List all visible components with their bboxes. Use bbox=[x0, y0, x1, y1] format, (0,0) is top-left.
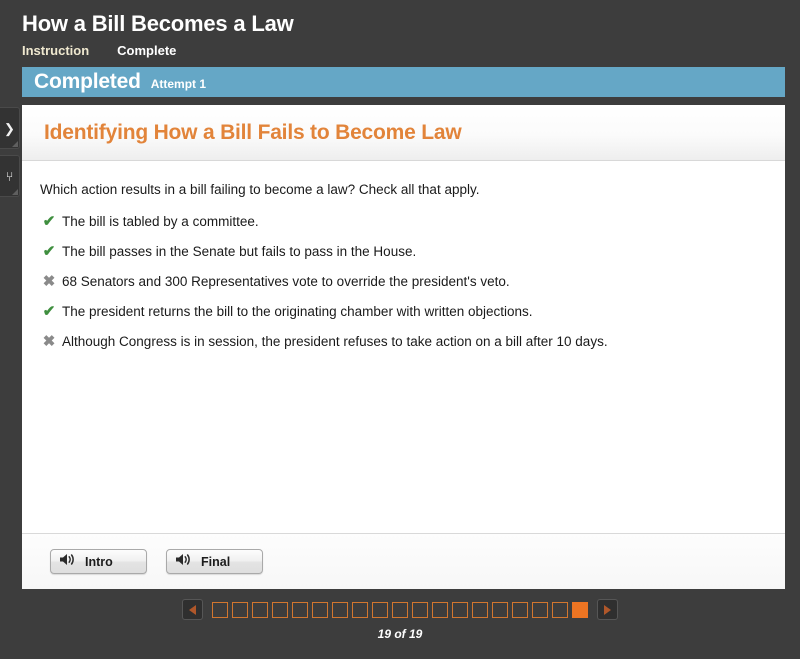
answer-text: The bill passes in the Senate but fails … bbox=[62, 244, 417, 259]
page-square-5[interactable] bbox=[292, 601, 308, 618]
page-square-6[interactable] bbox=[312, 601, 328, 618]
panel-footer: Intro Final bbox=[22, 533, 785, 589]
page-count-label: 19 of 19 bbox=[377, 627, 423, 641]
pagination: 19 of 19 bbox=[0, 599, 800, 641]
menu-icon: ⑂ bbox=[5, 168, 14, 184]
lesson-title: Identifying How a Bill Fails to Become L… bbox=[44, 120, 462, 144]
status-banner: Completed Attempt 1 bbox=[22, 67, 785, 97]
audio-final-button[interactable]: Final bbox=[166, 549, 263, 574]
arrow-right-icon bbox=[604, 604, 611, 615]
check-icon: ✔ bbox=[42, 303, 56, 320]
check-icon: ✔ bbox=[42, 213, 56, 230]
previous-page-button[interactable] bbox=[182, 599, 203, 620]
attempt-label: Attempt 1 bbox=[150, 77, 207, 91]
page-square-13[interactable] bbox=[452, 601, 468, 618]
page-title: How a Bill Becomes a Law bbox=[22, 11, 294, 36]
page-square-2[interactable] bbox=[232, 601, 248, 618]
check-icon: ✔ bbox=[42, 243, 56, 260]
answer-option[interactable]: ✔ The bill is tabled by a committee. bbox=[36, 213, 765, 231]
page-square-8[interactable] bbox=[352, 601, 368, 618]
answer-text: 68 Senators and 300 Representatives vote… bbox=[62, 274, 510, 289]
page-square-19[interactable] bbox=[572, 601, 588, 618]
lesson-stage: ❯ ⑂ Identifying How a Bill Fails to Beco… bbox=[0, 105, 785, 589]
speaker-icon bbox=[59, 552, 76, 572]
answer-option[interactable]: ✔ The president returns the bill to the … bbox=[36, 303, 765, 321]
page-square-15[interactable] bbox=[492, 601, 508, 618]
arrow-left-icon bbox=[189, 604, 196, 615]
chevron-right-icon: ❯ bbox=[4, 120, 15, 136]
page-square-17[interactable] bbox=[532, 601, 548, 618]
page-square-9[interactable] bbox=[372, 601, 388, 618]
page-square-16[interactable] bbox=[512, 601, 528, 618]
audio-intro-button[interactable]: Intro bbox=[50, 549, 147, 574]
answer-text: Although Congress is in session, the pre… bbox=[62, 334, 608, 349]
audio-final-label: Final bbox=[201, 554, 231, 569]
breadcrumb-item-complete[interactable]: Complete bbox=[117, 43, 176, 58]
cross-icon: ✖ bbox=[42, 273, 56, 290]
collapse-panel-tab[interactable]: ⑂ bbox=[0, 155, 20, 197]
page-square-3[interactable] bbox=[252, 601, 268, 618]
page-square-4[interactable] bbox=[272, 601, 288, 618]
answer-option[interactable]: ✔ The bill passes in the Senate but fail… bbox=[36, 243, 765, 261]
page-square-14[interactable] bbox=[472, 601, 488, 618]
breadcrumb: Instruction Complete bbox=[22, 43, 800, 58]
audio-intro-label: Intro bbox=[85, 554, 113, 569]
expand-panel-tab[interactable]: ❯ bbox=[0, 107, 20, 149]
answer-text: The bill is tabled by a committee. bbox=[62, 214, 259, 229]
speaker-icon bbox=[175, 552, 192, 572]
lesson-body: Which action results in a bill failing t… bbox=[22, 161, 785, 533]
content-panel: Identifying How a Bill Fails to Become L… bbox=[22, 105, 785, 589]
page-square-11[interactable] bbox=[412, 601, 428, 618]
resize-corner-icon bbox=[12, 141, 18, 147]
cross-icon: ✖ bbox=[42, 333, 56, 350]
page-square-10[interactable] bbox=[392, 601, 408, 618]
page-header: How a Bill Becomes a Law Instruction Com… bbox=[0, 0, 800, 58]
page-square-7[interactable] bbox=[332, 601, 348, 618]
answer-option[interactable]: ✖ 68 Senators and 300 Representatives vo… bbox=[36, 273, 765, 291]
lesson-header: Identifying How a Bill Fails to Become L… bbox=[22, 105, 785, 161]
page-square-12[interactable] bbox=[432, 601, 448, 618]
answer-text: The president returns the bill to the or… bbox=[62, 304, 533, 319]
next-page-button[interactable] bbox=[597, 599, 618, 620]
page-square-1[interactable] bbox=[212, 601, 228, 618]
question-prompt: Which action results in a bill failing t… bbox=[40, 182, 480, 197]
resize-corner-icon bbox=[12, 189, 18, 195]
pager-row bbox=[182, 599, 618, 620]
page-square-list bbox=[212, 601, 588, 618]
status-badge: Completed bbox=[34, 70, 141, 93]
breadcrumb-item-instruction[interactable]: Instruction bbox=[22, 43, 89, 58]
page-square-18[interactable] bbox=[552, 601, 568, 618]
answer-option[interactable]: ✖ Although Congress is in session, the p… bbox=[36, 333, 765, 351]
